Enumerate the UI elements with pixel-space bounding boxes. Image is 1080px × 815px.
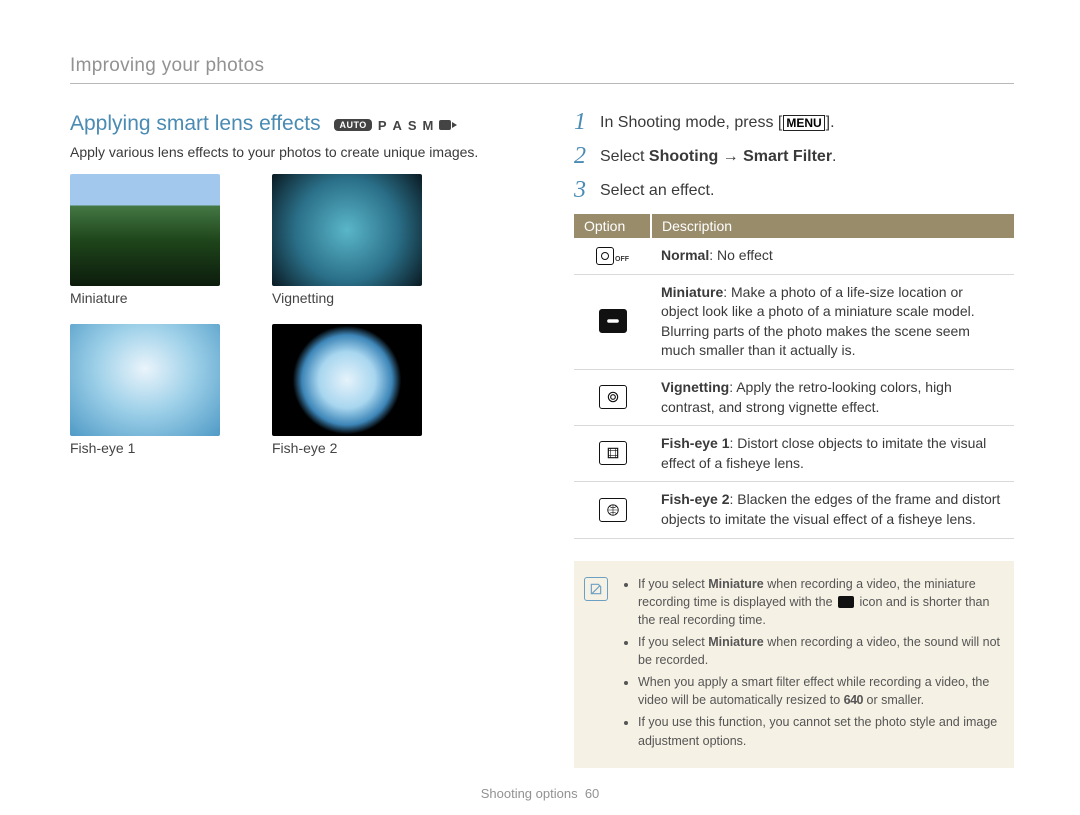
opt-name: Fish-eye 2 (661, 491, 729, 507)
mode-indicators: AUTO P A S M (334, 118, 457, 133)
note-item: When you apply a smart filter effect whi… (638, 673, 1000, 709)
note-icon (584, 577, 608, 601)
mode-video-icon (439, 120, 457, 130)
step-number: 1 (574, 110, 600, 134)
resolution-640-icon: 640 (844, 693, 863, 707)
step-3-text: Select an effect. (600, 180, 714, 202)
effects-table: Option Description OFF Normal: No effect… (574, 214, 1014, 539)
table-row: Miniature: Make a photo of a life-size l… (574, 274, 1014, 369)
note-box: If you select Miniature when recording a… (574, 561, 1014, 768)
caption-fisheye1: Fish-eye 1 (70, 440, 220, 456)
mode-s: S (408, 118, 417, 133)
thumbnail-miniature (70, 174, 220, 286)
step-2-strong: Shooting → Smart Filter (649, 148, 832, 165)
thumbnail-vignetting (272, 174, 422, 286)
intro-text: Apply various lens effects to your photo… (70, 144, 530, 160)
menu-button-icon: MENU (783, 115, 824, 131)
step-1-post: ]. (826, 114, 835, 131)
footer-page: 60 (585, 786, 599, 801)
note-item: If you use this function, you cannot set… (638, 713, 1000, 749)
step-3: 3 Select an effect. (574, 180, 1014, 202)
miniature-inline-icon (838, 596, 854, 608)
opt-name: Miniature (661, 284, 723, 300)
vignetting-icon (599, 385, 627, 409)
note-item: If you select Miniature when recording a… (638, 575, 1000, 629)
mode-m: M (423, 118, 434, 133)
col-description: Description (651, 214, 1014, 238)
normal-off-icon: OFF (596, 247, 629, 265)
col-option: Option (574, 214, 651, 238)
mode-p: P (378, 118, 387, 133)
step-1-pre: In Shooting mode, press [ (600, 114, 782, 131)
divider (70, 83, 1014, 84)
step-1: 1 In Shooting mode, press [MENU]. (574, 112, 1014, 134)
opt-desc: : No effect (709, 247, 773, 263)
step-2-post: . (832, 148, 836, 165)
footer-section: Shooting options (481, 786, 578, 801)
note-item: If you select Miniature when recording a… (638, 633, 1000, 669)
step-2: 2 Select Shooting → Smart Filter. (574, 146, 1014, 168)
effect-gallery: Miniature Vignetting Fish-eye 1 Fish-eye… (70, 174, 530, 456)
thumbnail-fisheye2 (272, 324, 422, 436)
mode-auto-icon: AUTO (334, 119, 371, 131)
miniature-icon (599, 309, 627, 333)
breadcrumb: Improving your photos (70, 55, 1014, 77)
table-row: OFF Normal: No effect (574, 238, 1014, 274)
step-number: 2 (574, 144, 600, 168)
thumbnail-fisheye1 (70, 324, 220, 436)
page-footer: Shooting options 60 (0, 786, 1080, 801)
table-row: Fish-eye 1: Distort close objects to imi… (574, 426, 1014, 482)
opt-name: Normal (661, 247, 709, 263)
fisheye2-icon (599, 498, 627, 522)
table-row: Vignetting: Apply the retro-looking colo… (574, 369, 1014, 425)
caption-vignetting: Vignetting (272, 290, 422, 306)
page-title: Applying smart lens effects (70, 112, 321, 135)
step-number: 3 (574, 178, 600, 202)
fisheye1-icon (599, 441, 627, 465)
caption-miniature: Miniature (70, 290, 220, 306)
mode-a: A (392, 118, 401, 133)
opt-name: Vignetting (661, 379, 729, 395)
opt-name: Fish-eye 1 (661, 435, 729, 451)
table-row: Fish-eye 2: Blacken the edges of the fra… (574, 482, 1014, 538)
step-2-pre: Select (600, 148, 649, 165)
caption-fisheye2: Fish-eye 2 (272, 440, 422, 456)
